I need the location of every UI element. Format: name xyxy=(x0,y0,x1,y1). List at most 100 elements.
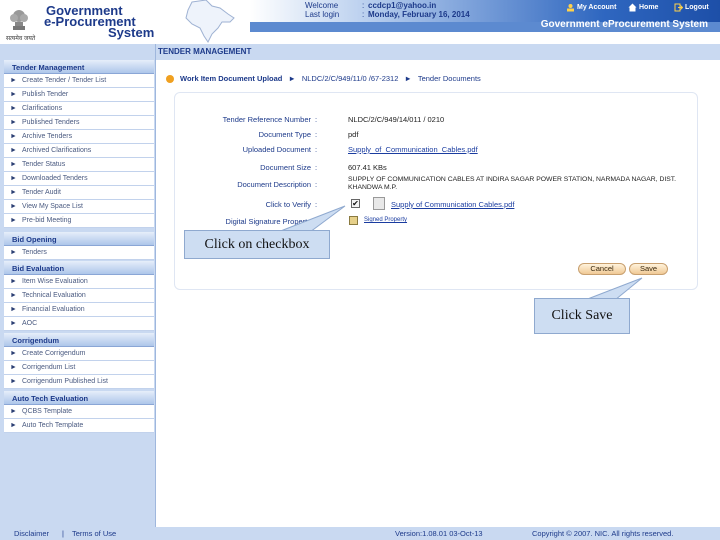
document-details-panel: Tender Reference Number : NLDC/2/C/949/1… xyxy=(174,92,698,290)
save-button[interactable]: Save xyxy=(629,263,668,275)
verify-document-link[interactable]: Supply of Communication Cables.pdf xyxy=(391,200,514,209)
form-row-click-to-verify: Click to Verify : ✔ Supply of Communicat… xyxy=(175,197,695,210)
sidebar-item-create-tender[interactable]: ► Create Tender / Tender List xyxy=(4,74,154,88)
field-label: Digital Signature Property xyxy=(225,217,311,226)
sidebar-item-downloaded-tenders[interactable]: ► Downloaded Tenders xyxy=(4,172,154,186)
cancel-button[interactable]: Cancel xyxy=(578,263,626,275)
arrow-icon: ► xyxy=(10,119,17,126)
colon: : xyxy=(362,10,365,19)
sidebar-item-label: Corrigendum Published List xyxy=(22,378,108,385)
home-link[interactable]: Home xyxy=(628,3,658,12)
sidebar-item-publish-tender[interactable]: ► Publish Tender xyxy=(4,88,154,102)
uploaded-document-link[interactable]: Supply_of_Communication_Cables.pdf xyxy=(348,145,478,154)
colon: : xyxy=(315,145,318,154)
arrow-icon: ► xyxy=(10,105,17,112)
sidebar-item-technical-evaluation[interactable]: ► Technical Evaluation xyxy=(4,289,154,303)
arrow-icon: ► xyxy=(10,408,17,415)
colon: : xyxy=(362,1,365,10)
arrow-icon: ► xyxy=(10,133,17,140)
form-row-digital-signature: Digital Signature Property : Signed Prop… xyxy=(175,216,695,227)
sidebar-item-label: Item Wise Evaluation xyxy=(22,278,88,285)
certificate-icon xyxy=(349,216,358,225)
sidebar-item-label: Technical Evaluation xyxy=(22,292,86,299)
breadcrumb-item-tender[interactable]: NLDC/2/C/949/11/0 /67-2312 xyxy=(302,74,399,83)
verify-checkbox[interactable]: ✔ xyxy=(351,199,360,208)
sidebar-item-auto-tech-template[interactable]: ► Auto Tech Template xyxy=(4,419,154,433)
disclaimer-link[interactable]: Disclaimer xyxy=(14,529,49,538)
arrow-icon: ► xyxy=(10,364,17,371)
breadcrumb-item-upload[interactable]: Work Item Document Upload xyxy=(180,74,282,83)
form-row-uploaded-document: Uploaded Document : Supply_of_Communicat… xyxy=(175,145,695,155)
sidebar-item-corrigendum-list[interactable]: ► Corrigendum List xyxy=(4,361,154,375)
sidebar-item-financial-evaluation[interactable]: ► Financial Evaluation xyxy=(4,303,154,317)
sidebar-item-corrigendum-published-list[interactable]: ► Corrigendum Published List xyxy=(4,375,154,389)
footer-separator: | xyxy=(62,529,64,538)
sidebar-item-label: Published Tenders xyxy=(22,119,80,126)
sidebar-item-label: Archive Tenders xyxy=(22,133,73,140)
last-login-value: Monday, February 16, 2014 xyxy=(368,10,470,19)
sidebar-item-qcbs-template[interactable]: ► QCBS Template xyxy=(4,405,154,419)
my-account-label: My Account xyxy=(577,4,617,11)
system-title: Government eProcurement System xyxy=(540,19,708,30)
sidebar-item-prebid-meeting[interactable]: ► Pre-bid Meeting xyxy=(4,214,154,228)
arrow-icon: ► xyxy=(10,378,17,385)
sidebar-item-label: Tenders xyxy=(22,249,47,256)
colon: : xyxy=(315,200,318,209)
sidebar-group-bid-evaluation: Bid Evaluation xyxy=(4,261,154,275)
my-account-link[interactable]: My Account xyxy=(566,3,616,12)
arrow-icon: ► xyxy=(10,147,17,154)
sidebar-group-auto-tech-evaluation: Auto Tech Evaluation xyxy=(4,391,154,405)
field-label: Tender Reference Number xyxy=(222,115,311,124)
field-value: pdf xyxy=(348,130,359,139)
sidebar-item-label: Clarifications xyxy=(22,105,63,112)
arrow-icon: ► xyxy=(10,77,17,84)
sidebar: Tender Management ► Create Tender / Tende… xyxy=(0,44,156,528)
sidebar-item-label: AOC xyxy=(22,320,38,327)
arrow-icon: ► xyxy=(10,175,17,182)
sidebar-item-archived-clarifications[interactable]: ► Archived Clarifications xyxy=(4,144,154,158)
sidebar-item-label: Create Tender / Tender List xyxy=(22,77,107,84)
field-value: 607.41 KBs xyxy=(348,163,387,172)
signed-property-link[interactable]: Signed Property xyxy=(364,217,407,223)
arrow-icon: ► xyxy=(10,292,17,299)
sidebar-item-label: Corrigendum List xyxy=(22,364,76,371)
header: सत्यमेव जयते Government e-Procurement Sy… xyxy=(0,0,720,44)
sidebar-item-tender-status[interactable]: ► Tender Status xyxy=(4,158,154,172)
field-label: Document Type xyxy=(258,130,311,139)
arrow-icon: ► xyxy=(10,161,17,168)
sidebar-item-label: Create Corrigendum xyxy=(22,350,86,357)
arrow-icon: ► xyxy=(10,320,17,327)
arrow-icon: ► xyxy=(10,189,17,196)
sidebar-item-clarifications[interactable]: ► Clarifications xyxy=(4,102,154,116)
sidebar-item-aoc[interactable]: ► AOC xyxy=(4,317,154,331)
home-label: Home xyxy=(639,4,659,11)
welcome-value: ccdcp1@yahoo.in xyxy=(368,1,437,10)
field-value: NLDC/2/C/949/14/011 / 0210 xyxy=(348,115,445,124)
logout-link[interactable]: Logout xyxy=(674,3,709,12)
field-label: Document Size xyxy=(260,163,311,172)
welcome-label: Welcome xyxy=(305,1,339,10)
footer: Disclaimer | Terms of Use Version:1.08.0… xyxy=(0,527,720,540)
sidebar-item-label: Archived Clarifications xyxy=(22,147,92,154)
sidebar-item-published-tenders[interactable]: ► Published Tenders xyxy=(4,116,154,130)
sidebar-item-label: QCBS Template xyxy=(22,408,73,415)
field-label: Uploaded Document xyxy=(242,145,311,154)
sidebar-item-tender-audit[interactable]: ► Tender Audit xyxy=(4,186,154,200)
sidebar-item-tenders[interactable]: ► Tenders xyxy=(4,246,154,260)
sidebar-item-create-corrigendum[interactable]: ► Create Corrigendum xyxy=(4,347,154,361)
sidebar-item-my-space[interactable]: ► View My Space List xyxy=(4,200,154,214)
breadcrumb: Work Item Document Upload ► NLDC/2/C/949… xyxy=(166,74,481,83)
colon: : xyxy=(315,130,318,139)
terms-of-use-link[interactable]: Terms of Use xyxy=(72,529,116,538)
sidebar-item-label: Auto Tech Template xyxy=(22,422,84,429)
pdf-file-icon xyxy=(373,197,385,210)
logout-label: Logout xyxy=(685,4,709,11)
sidebar-item-label: Tender Audit xyxy=(22,189,61,196)
sidebar-item-item-wise-evaluation[interactable]: ► Item Wise Evaluation xyxy=(4,275,154,289)
copyright-text: Copyright © 2007. NIC. All rights reserv… xyxy=(532,529,674,538)
callout-click-checkbox: Click on checkbox xyxy=(184,230,330,259)
field-value: SUPPLY OF COMMUNICATION CABLES AT INDIRA… xyxy=(348,176,677,191)
sidebar-item-label: View My Space List xyxy=(22,203,83,210)
field-label: Document Description xyxy=(237,180,311,189)
sidebar-item-archive-tenders[interactable]: ► Archive Tenders xyxy=(4,130,154,144)
